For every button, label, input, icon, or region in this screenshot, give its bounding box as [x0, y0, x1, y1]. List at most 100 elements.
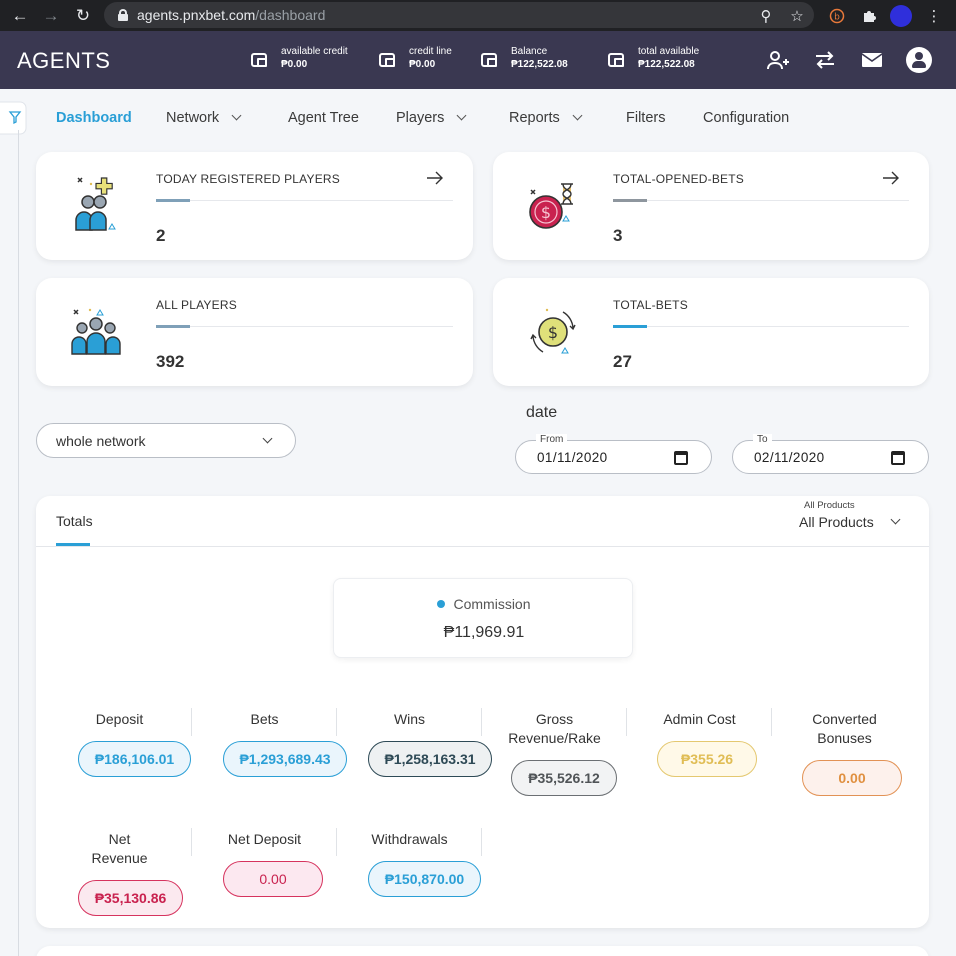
metric-value: ₱35,526.12	[511, 760, 617, 796]
users-group-icon	[66, 302, 126, 362]
menu-label: Agent Tree	[288, 110, 359, 126]
star-icon[interactable]: ☆	[785, 0, 809, 31]
menu-label: Players	[396, 110, 445, 126]
date-to-value: 02/11/2020	[754, 450, 825, 465]
metric-label: Converted Bonuses	[812, 711, 877, 746]
metric-value: ₱1,293,689.43	[223, 741, 347, 777]
calendar-icon[interactable]	[674, 451, 688, 465]
next-panel	[36, 946, 929, 956]
wallet-icon	[379, 53, 395, 67]
metric-value: ₱150,870.00	[368, 861, 481, 897]
balance-label: credit line	[409, 46, 452, 57]
menu-reports[interactable]: Reports	[509, 89, 583, 147]
balance-credit-line: credit line ₱0.00	[379, 46, 452, 76]
stat-underline	[613, 325, 909, 328]
metric-label: Gross Revenue/Rake	[508, 711, 601, 746]
stat-value: 27	[613, 352, 632, 371]
metric-label: Deposit	[95, 711, 144, 727]
balance-label: Balance	[511, 46, 548, 57]
address-bar[interactable]: agents.pnxbet.com/dashboard	[104, 2, 814, 28]
stat-title: ALL PLAYERS	[156, 298, 237, 312]
metric-value: 0.00	[223, 861, 323, 897]
menu-label: Dashboard	[56, 110, 132, 126]
menu-label: Filters	[626, 110, 666, 126]
products-select[interactable]: All Products	[799, 514, 874, 530]
arrow-right-icon[interactable]	[883, 171, 899, 185]
browser-menu-icon[interactable]: ⋮	[922, 0, 946, 31]
wallet-icon	[251, 53, 267, 67]
commission-value: ₱11,969.91	[443, 624, 525, 641]
date-from-input[interactable]: From 01/11/2020	[515, 434, 712, 474]
stat-card-today-registered[interactable]: TODAY REGISTERED PLAYERS 2	[36, 152, 473, 260]
menu-label: Configuration	[703, 110, 790, 126]
brand-title: AGENTS	[17, 48, 111, 73]
tab-divider	[36, 546, 929, 547]
balance-balance: Balance ₱122,522.08	[481, 46, 568, 76]
chevron-down-icon	[231, 110, 242, 121]
add-user-icon[interactable]	[763, 31, 793, 89]
browser-toolbar: ← → ↻ agents.pnxbet.com/dashboard ⚲ ☆ b …	[0, 0, 956, 31]
coin-cycle-icon: $	[523, 302, 583, 362]
stat-value: 3	[613, 226, 623, 245]
svg-text:b: b	[834, 12, 840, 22]
chevron-down-icon[interactable]	[890, 514, 901, 525]
metric-label: Bets	[250, 711, 279, 727]
menu-label: Reports	[509, 110, 560, 126]
wallet-icon	[481, 53, 497, 67]
main-menu: Dashboard Network Agent Tree Players Rep…	[0, 89, 956, 145]
date-to-input[interactable]: To 02/11/2020	[732, 434, 929, 474]
network-select[interactable]: whole network	[36, 423, 296, 458]
chevron-down-icon	[262, 433, 273, 444]
metric-value: ₱1,258,163.31	[368, 741, 492, 777]
menu-filters[interactable]: Filters	[626, 89, 665, 147]
menu-dashboard[interactable]: Dashboard	[56, 89, 132, 147]
forward-icon[interactable]: →	[37, 0, 65, 31]
metric-label: Net Revenue	[91, 831, 148, 866]
date-from-value: 01/11/2020	[537, 450, 608, 465]
reload-icon[interactable]: ↻	[69, 0, 97, 31]
stat-title: TOTAL-BETS	[613, 298, 688, 312]
extension-icon[interactable]: b	[825, 0, 849, 31]
balance-label: total available	[638, 46, 700, 57]
wallet-icon	[608, 53, 624, 67]
metric-value: ₱35,130.86	[78, 880, 183, 916]
chevron-down-icon	[456, 110, 467, 121]
metric-label: Wins	[393, 711, 426, 727]
balance-total-available: total available ₱122,522.08	[608, 46, 699, 76]
metric-label: Admin Cost	[663, 711, 736, 727]
arrow-right-icon[interactable]	[427, 171, 443, 185]
stat-underline	[613, 199, 909, 202]
calendar-icon[interactable]	[891, 451, 905, 465]
menu-players[interactable]: Players	[396, 89, 467, 147]
commission-box: Commission ₱11,969.91	[333, 578, 633, 658]
stat-underline	[156, 325, 453, 328]
app-header: AGENTS available credit ₱0.00 credit line…	[0, 31, 956, 89]
lock-icon	[118, 9, 128, 21]
sidebar-divider	[18, 130, 19, 956]
transfer-icon[interactable]	[810, 31, 840, 89]
stat-card-total-opened-bets[interactable]: $ TOTAL-OPENED-BETS 3	[493, 152, 929, 260]
back-icon[interactable]: ←	[6, 0, 34, 31]
products-caption: All Products	[804, 500, 855, 511]
url-path: /dashboard	[255, 7, 326, 23]
menu-network[interactable]: Network	[166, 89, 242, 147]
user-account-icon[interactable]	[904, 31, 934, 89]
balance-value: ₱122,522.08	[511, 59, 568, 70]
stat-card-all-players[interactable]: ALL PLAYERS 392	[36, 278, 473, 386]
totals-panel: Totals All Products All Products Commiss…	[36, 496, 929, 928]
coin-hourglass-icon: $	[523, 176, 583, 236]
profile-avatar-icon[interactable]	[889, 0, 913, 31]
puzzle-icon[interactable]	[857, 0, 881, 31]
stat-card-total-bets[interactable]: $ TOTAL-BETS 27	[493, 278, 929, 386]
stat-title: TOTAL-OPENED-BETS	[613, 172, 744, 186]
key-icon[interactable]: ⚲	[754, 0, 778, 31]
stat-value: 392	[156, 352, 185, 371]
menu-configuration[interactable]: Configuration	[703, 89, 789, 147]
metric-value: ₱186,106.01	[78, 741, 191, 777]
balance-value: ₱122,522.08	[638, 59, 695, 70]
network-select-value: whole network	[56, 433, 146, 449]
commission-label: Commission	[453, 596, 531, 612]
tab-totals[interactable]: Totals	[56, 513, 93, 529]
menu-agent-tree[interactable]: Agent Tree	[288, 89, 359, 147]
mail-icon[interactable]	[857, 31, 887, 89]
